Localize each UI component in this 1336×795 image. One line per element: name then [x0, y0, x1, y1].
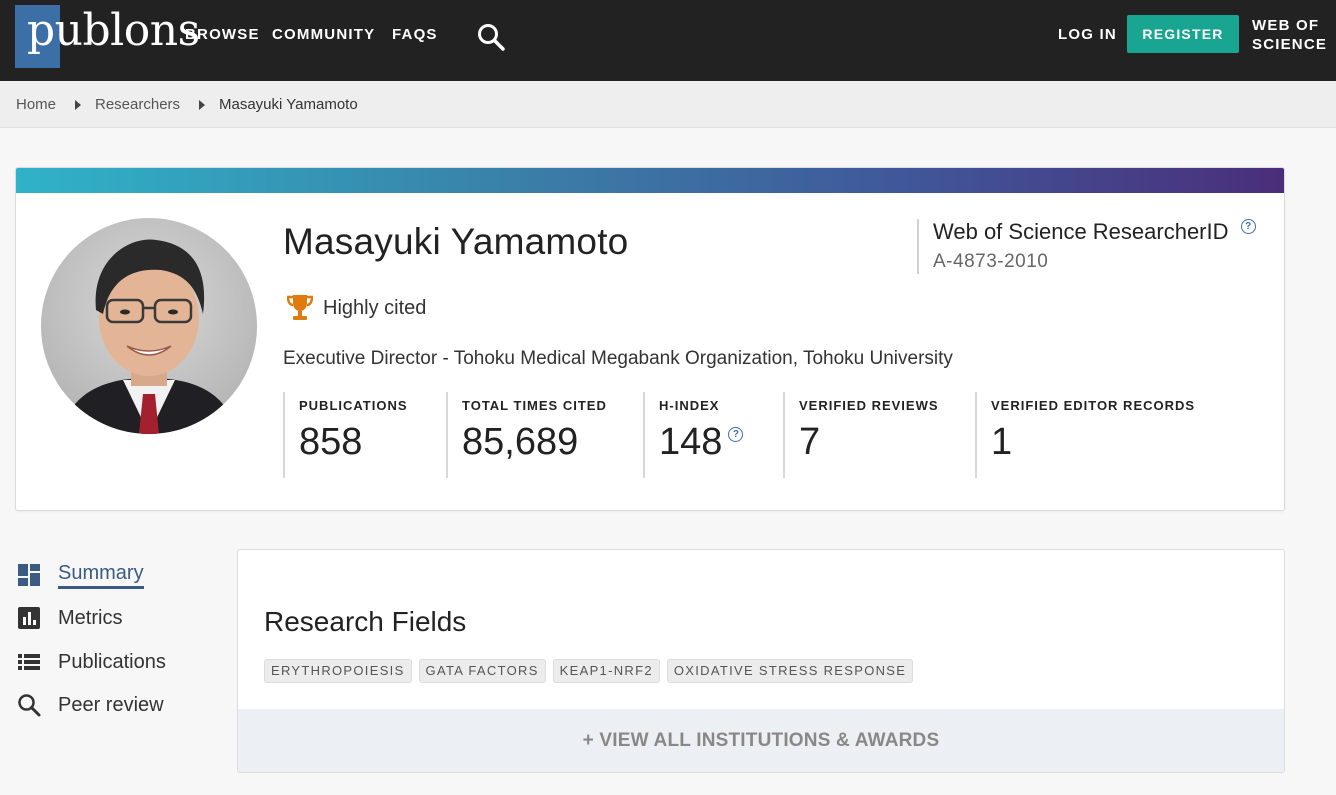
sidebar-item-label: Metrics — [58, 606, 123, 629]
research-field-tags: ERYTHROPOIESIS GATA FACTORS KEAP1-NRF2 O… — [264, 659, 914, 683]
profile-card: Masayuki Yamamoto Highly cited Executive… — [15, 167, 1285, 511]
help-icon[interactable]: ? — [1240, 219, 1256, 234]
researcher-id-label: Web of Science ResearcherID — [933, 219, 1229, 244]
search-icon — [18, 694, 41, 717]
dashboard-icon — [18, 564, 40, 586]
nav-community[interactable]: COMMUNITY — [272, 26, 375, 44]
sidebar-item-label: Summary — [58, 562, 144, 589]
research-field-tag[interactable]: ERYTHROPOIESIS — [264, 659, 412, 683]
trophy-icon — [287, 295, 313, 320]
research-field-tag[interactable]: OXIDATIVE STRESS RESPONSE — [666, 659, 914, 683]
wos-line1: WEB OF — [1252, 17, 1320, 34]
breadcrumb-home[interactable]: Home — [16, 96, 56, 113]
metric-verified-reviews[interactable]: VERIFIED REVIEWS 7 — [783, 392, 939, 478]
view-all-institutions-button[interactable]: + VIEW ALL INSTITUTIONS & AWARDS — [238, 709, 1284, 772]
avatar-portrait — [61, 239, 237, 434]
sidebar-item-publications[interactable]: Publications — [17, 646, 166, 678]
researcher-id-value: A-4873-2010 — [933, 251, 1049, 272]
profile-gradient-bar — [16, 168, 1284, 193]
publons-logo[interactable]: publons — [15, 5, 200, 71]
web-of-science-link[interactable]: WEB OF SCIENCE — [1252, 16, 1327, 54]
highly-cited-badge: Highly cited — [323, 297, 427, 319]
sidebar-item-label: Peer review — [58, 693, 164, 716]
affiliation: Executive Director - Tohoku Medical Mega… — [283, 348, 953, 369]
research-field-tag[interactable]: GATA FACTORS — [418, 659, 546, 683]
metric-h-index[interactable]: H-INDEX 148? — [643, 392, 744, 478]
search-icon[interactable] — [476, 22, 506, 52]
metric-label: TOTAL TIMES CITED — [462, 398, 607, 413]
researcher-name: Masayuki Yamamoto — [283, 221, 629, 262]
list-icon — [18, 654, 40, 670]
metric-value: 1 — [991, 421, 1013, 463]
metric-label: PUBLICATIONS — [299, 398, 408, 413]
chevron-right-icon — [199, 100, 205, 110]
researcher-id-block: Web of Science ResearcherID ? A-4873-201… — [917, 219, 1256, 274]
metric-verified-editor-records[interactable]: VERIFIED EDITOR RECORDS 1 — [975, 392, 1195, 478]
metric-label: VERIFIED EDITOR RECORDS — [991, 398, 1196, 413]
metric-value: 148 — [659, 421, 723, 463]
bar-chart-icon — [18, 607, 40, 629]
logo-text: publons — [27, 5, 200, 56]
register-button[interactable]: REGISTER — [1127, 15, 1239, 53]
metric-value-row: 148? — [659, 421, 744, 464]
wos-line2: SCIENCE — [1252, 36, 1328, 53]
nav-browse[interactable]: BROWSE — [185, 26, 260, 44]
breadcrumb: Home Researchers Masayuki Yamamoto — [0, 81, 1336, 128]
metric-value: 858 — [299, 421, 363, 463]
metric-value: 85,689 — [462, 421, 579, 463]
top-navigation-bar: publons BROWSE COMMUNITY FAQS LOG IN REG… — [0, 0, 1336, 81]
metric-total-times-cited[interactable]: TOTAL TIMES CITED 85,689 — [446, 392, 607, 478]
metric-value: 7 — [799, 421, 821, 463]
sidebar-item-summary[interactable]: Summary — [17, 559, 144, 591]
login-link[interactable]: LOG IN — [1058, 26, 1117, 44]
sidebar-item-metrics[interactable]: Metrics — [17, 602, 122, 634]
sidebar-item-label: Publications — [58, 650, 166, 673]
nav-faqs[interactable]: FAQS — [392, 26, 438, 44]
metric-label: VERIFIED REVIEWS — [799, 398, 939, 413]
metric-publications[interactable]: PUBLICATIONS 858 — [283, 392, 408, 478]
researcher-id-label-row: Web of Science ResearcherID ? — [933, 219, 1256, 245]
research-field-tag[interactable]: KEAP1-NRF2 — [552, 659, 660, 683]
breadcrumb-researchers[interactable]: Researchers — [95, 96, 180, 113]
metric-label: H-INDEX — [659, 398, 720, 413]
breadcrumb-current: Masayuki Yamamoto — [219, 96, 358, 113]
chevron-right-icon — [75, 100, 81, 110]
research-fields-title: Research Fields — [264, 606, 467, 637]
avatar — [41, 218, 257, 434]
research-fields-card: Research Fields ERYTHROPOIESIS GATA FACT… — [237, 549, 1285, 773]
help-icon[interactable]: ? — [728, 427, 744, 442]
sidebar-item-peer-review[interactable]: Peer review — [17, 689, 164, 721]
